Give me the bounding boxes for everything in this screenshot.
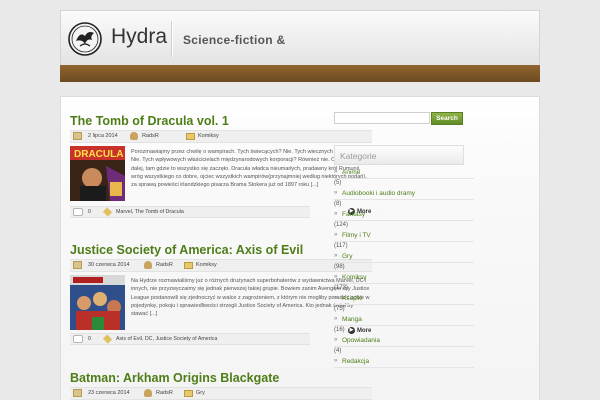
post-date: 30 czerwca 2014 [88, 262, 130, 268]
post-date: 23 czerwca 2014 [88, 390, 130, 396]
double-chevron-right-icon: » [334, 316, 338, 322]
double-chevron-right-icon: » [334, 211, 338, 217]
post-footer: 0 Axis of Evil, DC, Justice Society of A… [70, 333, 310, 345]
category-item: » Filmy i TV (117) [334, 230, 474, 251]
category-count: (16) [334, 327, 345, 333]
dragon-logo-icon[interactable] [68, 22, 102, 56]
search-button[interactable]: Search [431, 112, 463, 125]
folder-icon [184, 262, 193, 269]
post-author[interactable]: RadsR [156, 390, 173, 396]
svg-text:DRACULA: DRACULA [74, 149, 123, 160]
site-tagline: Science-fiction & [183, 33, 286, 47]
category-count: (117) [334, 243, 348, 249]
double-chevron-right-icon: » [334, 295, 338, 301]
header-divider [171, 21, 172, 57]
category-item: » Anime (5) [334, 167, 474, 188]
post-title[interactable]: Batman: Arkham Origins Blackgate [70, 371, 372, 385]
navigation-bar [60, 65, 540, 82]
category-link[interactable]: Komiksy [342, 274, 367, 281]
category-item: » Redakcja [334, 356, 474, 377]
category-item: » Komiksy (173) [334, 272, 474, 293]
category-count: (5) [334, 180, 342, 186]
double-chevron-right-icon: » [334, 274, 338, 280]
site-header: Hydra Science-fiction & [60, 10, 540, 65]
user-icon [144, 261, 152, 269]
double-chevron-right-icon: » [334, 169, 338, 175]
category-link[interactable]: Opowiadania [342, 337, 380, 344]
site-title[interactable]: Hydra [111, 25, 167, 49]
post-meta: 2 lipca 2014 RadsR Komiksy [70, 130, 372, 143]
post-category[interactable]: Komiksy [198, 133, 219, 139]
post-item: Justice Society of America: Axis of Evil… [70, 243, 372, 345]
calendar-icon [73, 132, 82, 140]
folder-icon [186, 133, 195, 140]
category-link[interactable]: Anime [342, 169, 360, 176]
double-chevron-right-icon: » [334, 358, 338, 364]
category-count: (124) [334, 222, 349, 228]
post-category[interactable]: Komiksy [196, 262, 217, 268]
search-input[interactable] [334, 112, 430, 124]
post-thumbnail[interactable]: DRACULA [70, 146, 125, 201]
post-thumbnail[interactable] [70, 275, 125, 330]
category-link[interactable]: Gry [342, 253, 352, 260]
folder-icon [184, 390, 193, 397]
post-category[interactable]: Gry [196, 390, 205, 396]
calendar-icon [73, 389, 82, 397]
category-count: (4) [334, 348, 342, 354]
post-item: The Tomb of Dracula vol. 1 2 lipca 2014 … [70, 114, 372, 218]
category-item: » Fantasy (124) [334, 209, 474, 230]
post-item: Batman: Arkham Origins Blackgate 23 czer… [70, 371, 372, 400]
double-chevron-right-icon: » [334, 337, 338, 343]
post-footer: 0 Marvel, The Tomb of Dracula [70, 206, 310, 218]
comment-icon [73, 335, 83, 343]
category-item: » Audiobooki i audio dramy (8) [334, 188, 474, 209]
category-item: » Manga (16) [334, 314, 474, 335]
category-item: » Opowiadania (4) [334, 335, 474, 356]
comment-icon [73, 208, 83, 216]
post-date: 2 lipca 2014 [88, 133, 118, 139]
comment-count[interactable]: 0 [88, 209, 91, 215]
category-count: (98) [334, 264, 345, 270]
post-meta: 30 czerwca 2014 RadsR Komiksy [70, 259, 372, 272]
category-item: » Książki (75) [334, 293, 474, 314]
categories-list: » Anime (5) » Audiobooki i audio dramy (… [334, 167, 474, 377]
post-tags[interactable]: Axis of Evil, DC, Justice Society of Ame… [116, 336, 217, 342]
category-count: (75) [334, 306, 345, 312]
post-title[interactable]: Justice Society of America: Axis of Evil [70, 243, 372, 257]
post-meta: 23 czerwca 2014 RadsR Gry [70, 387, 372, 400]
user-icon [130, 132, 138, 140]
double-chevron-right-icon: » [334, 232, 338, 238]
category-link[interactable]: Filmy i TV [342, 232, 371, 239]
double-chevron-right-icon: » [334, 253, 338, 259]
tag-icon [102, 207, 113, 217]
double-chevron-right-icon: » [334, 190, 338, 196]
user-icon [144, 389, 152, 397]
category-link[interactable]: Audiobooki i audio dramy [342, 190, 415, 197]
category-link[interactable]: Redakcja [342, 358, 369, 365]
comment-count[interactable]: 0 [88, 336, 91, 342]
category-link[interactable]: Fantasy [342, 211, 365, 218]
post-author[interactable]: RadsR [156, 262, 173, 268]
category-count: (173) [334, 285, 349, 291]
post-author[interactable]: RadsR [142, 133, 159, 139]
category-link[interactable]: Książki [342, 295, 363, 302]
category-count: (8) [334, 201, 342, 207]
categories-widget-title: Kategorie [334, 145, 464, 165]
post-tags[interactable]: Marvel, The Tomb of Dracula [116, 209, 184, 215]
category-link[interactable]: Manga [342, 316, 362, 323]
category-item: » Gry (98) [334, 251, 474, 272]
post-title[interactable]: The Tomb of Dracula vol. 1 [70, 114, 372, 128]
tag-icon [102, 334, 113, 344]
calendar-icon [73, 261, 82, 269]
